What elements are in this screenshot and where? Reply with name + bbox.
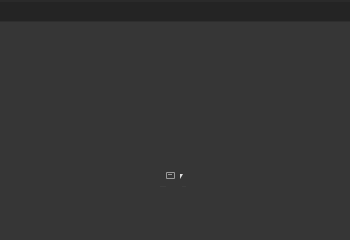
empty-state: ······ ···· <box>158 171 194 191</box>
main-content <box>0 22 350 230</box>
empty-state-left-label: ······ <box>160 184 166 188</box>
title-bar <box>0 2 350 22</box>
image-icon <box>166 172 175 179</box>
empty-state-right-label: ···· <box>182 184 186 188</box>
pointer-icon <box>180 174 183 179</box>
app-window: ······ ···· <box>0 0 350 230</box>
